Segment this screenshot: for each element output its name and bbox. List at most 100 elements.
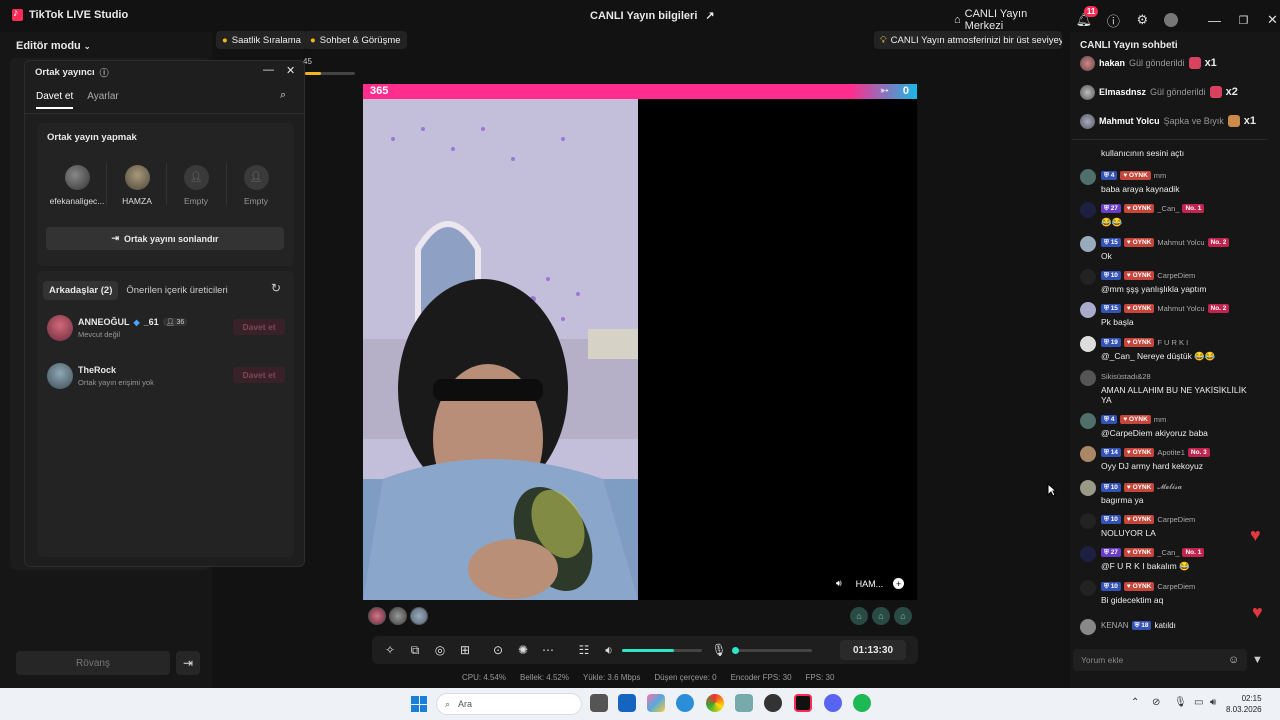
magic-wand-icon[interactable]: ✧ (382, 642, 398, 658)
message-user[interactable]: Sikisüstadı&28 (1101, 372, 1151, 381)
viewer-avatar[interactable] (410, 607, 428, 625)
message-user[interactable]: _Can_ (1157, 204, 1179, 213)
message-user[interactable]: CarpeDiem (1157, 271, 1195, 280)
seat-icon[interactable]: ⌂ (894, 607, 912, 625)
speaker-icon[interactable]: 🔊︎ (836, 578, 842, 589)
viewer-avatar[interactable] (389, 607, 407, 625)
minimize-icon[interactable]: — (1207, 12, 1222, 28)
add-icon[interactable]: + (893, 578, 905, 589)
exit-icon[interactable]: ⇥ (176, 651, 200, 675)
notice-pill[interactable]: 💡︎ CANLI Yayın atmosferinizi bir üst sevi… (874, 31, 1062, 49)
fan-club-name: OYNK (1132, 239, 1152, 246)
taskbar-search[interactable]: ⌕ Ara (436, 693, 582, 715)
chrome-icon[interactable] (706, 694, 724, 712)
settings-gear-icon[interactable]: ⚙ (1135, 12, 1150, 28)
layout-icon[interactable]: ⧉ (407, 642, 423, 658)
avatar (47, 363, 73, 389)
stat-cpu: CPU: 4.54% (462, 673, 507, 682)
volume-icon[interactable]: 🔊︎ (1210, 697, 1216, 708)
gift-user: hakan (1099, 58, 1126, 68)
spotify-icon[interactable] (853, 694, 871, 712)
level-value: 15 (1110, 305, 1118, 312)
message-user[interactable]: _Can_ (1157, 548, 1179, 557)
help-icon[interactable]: ⓘ (100, 66, 109, 79)
live-info-title[interactable]: CANLI Yayın bilgileri ↗ (590, 9, 715, 23)
task-view-icon[interactable] (590, 694, 608, 712)
hourly-ranking-pill[interactable]: ● Saatlik Sıralama (216, 31, 307, 49)
seat-icon[interactable]: ⌂ (850, 607, 868, 625)
share-icon[interactable]: ↗ (705, 9, 714, 22)
volume-icon[interactable]: 🔉︎ (601, 642, 617, 658)
more-icon[interactable]: ⋯ (540, 642, 556, 658)
message-user[interactable]: CarpeDiem (1157, 515, 1195, 524)
microphone-icon[interactable]: 🎙︎ (1174, 697, 1187, 708)
tab-settings[interactable]: Ayarlar (87, 91, 119, 109)
message-text: bagırma ya (1101, 495, 1144, 505)
message-user[interactable]: Mahmut Yolcu (1157, 238, 1204, 247)
cohost-slot-empty[interactable]: 👤︎ Empty (166, 165, 226, 206)
copilot-icon[interactable] (647, 694, 665, 712)
message-user[interactable]: 𝓜𝓮𝓵𝓲𝓼𝓪 (1157, 482, 1182, 492)
end-cohost-button[interactable]: ⇥ Ortak yayını sonlandır (46, 227, 284, 250)
tab-suggested-creators[interactable]: Önerilen içerik üreticileri (124, 281, 229, 300)
tiktok-studio-icon[interactable] (794, 694, 812, 712)
tab-friends[interactable]: Arkadaşlar (2) (43, 281, 119, 300)
mic-slider-handle[interactable] (732, 647, 739, 654)
game-app-icon[interactable] (764, 694, 782, 712)
chevron-up-icon[interactable]: ⌃ (1131, 697, 1139, 708)
ai-icon[interactable]: ◎ (432, 642, 448, 658)
friend-status: Mevcut değil (78, 330, 121, 339)
rematch-button[interactable]: Rövanş (16, 651, 170, 675)
editor-mode-dropdown[interactable]: Editör modu ⌄ (16, 40, 91, 52)
viewer-avatar[interactable] (368, 607, 386, 625)
message-user[interactable]: F U R K I (1157, 338, 1188, 347)
live-center-button[interactable]: ⌂ CANLI Yayın Merkezi (954, 8, 1062, 32)
maximize-icon[interactable]: ❐ (1236, 12, 1251, 28)
edge-icon[interactable] (676, 694, 694, 712)
stat-memory: Bellek: 4.52% (520, 673, 569, 682)
minimize-icon[interactable]: — (263, 64, 274, 76)
avatar (1080, 202, 1096, 218)
monitor-icon[interactable]: ▭ (1194, 697, 1203, 708)
comment-input[interactable]: Yorum ekle (1073, 649, 1247, 671)
message-user[interactable]: Mahmut Yolcu (1157, 304, 1204, 313)
taskbar-clock[interactable]: 02:15 8.03.2026 (1226, 693, 1262, 715)
microphone-icon[interactable]: 🎙︎ (711, 642, 727, 658)
message-user[interactable]: Apotite1 (1157, 448, 1185, 457)
discord-icon[interactable] (824, 694, 842, 712)
mic-slider[interactable] (732, 647, 812, 654)
stat-fps: FPS: 30 (805, 673, 835, 682)
help-icon[interactable]: ⓘ (1106, 12, 1121, 29)
send-icon[interactable]: ▼ (1252, 654, 1263, 666)
tab-invite[interactable]: Davet et (36, 91, 74, 109)
message-user[interactable]: mm (1154, 171, 1167, 180)
volume-slider[interactable] (622, 649, 702, 652)
message-user[interactable]: CarpeDiem (1157, 582, 1195, 591)
live-timer: 01:13:30 (840, 640, 906, 660)
settings-app-icon[interactable] (735, 694, 753, 712)
cohost-slot[interactable]: HAMZA (107, 165, 167, 206)
invite-button[interactable]: Davet et (233, 367, 285, 383)
cohost-slot[interactable]: efekanaligec... (47, 165, 107, 206)
network-off-icon[interactable]: ⊘ (1152, 697, 1160, 708)
profile-avatar[interactable] (1164, 12, 1179, 28)
outlook-icon[interactable] (618, 694, 636, 712)
close-window-icon[interactable]: ✕ (1265, 12, 1280, 28)
emoji-icon[interactable]: ☺ (1228, 654, 1239, 666)
notification-badge: 11 (1083, 6, 1099, 17)
cohost-slot-empty[interactable]: 👤︎ Empty (226, 165, 286, 206)
chat-and-call-pill[interactable]: ● Sohbet & Görüşme (304, 31, 407, 49)
refresh-icon[interactable]: ↻ (271, 281, 281, 295)
mixer-icon[interactable]: ☷ (576, 642, 592, 658)
windows-start-icon[interactable] (411, 696, 427, 712)
bell-icon[interactable]: 🔔︎ 11 (1076, 6, 1099, 28)
message-user[interactable]: mm (1154, 415, 1167, 424)
effects-icon[interactable]: ✺ (515, 642, 531, 658)
invite-button[interactable]: Davet et (233, 319, 285, 335)
search-icon[interactable]: ⌕ (280, 89, 286, 102)
gift-action: Şapka ve Bıyık (1163, 116, 1224, 126)
record-icon[interactable]: ⊙ (490, 642, 506, 658)
seat-icon[interactable]: ⌂ (872, 607, 890, 625)
close-icon[interactable]: ✕ (286, 64, 295, 77)
add-source-icon[interactable]: ⊞ (457, 642, 473, 658)
